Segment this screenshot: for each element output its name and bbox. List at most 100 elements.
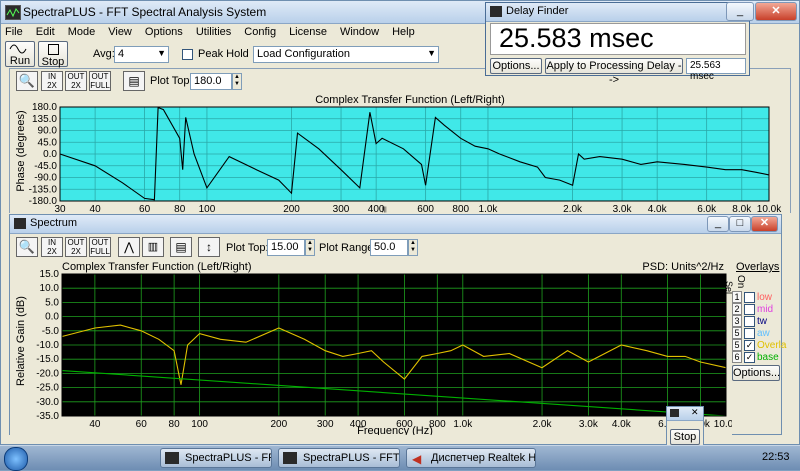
- x-tick-label: 3.0k: [613, 204, 633, 213]
- x-tick-label: 10.0k: [714, 419, 732, 430]
- menu-window[interactable]: Window: [340, 26, 379, 38]
- zoom-icon[interactable]: 🔍: [16, 237, 38, 257]
- x-tick-label: 100: [191, 419, 208, 430]
- stop-dialog-titlebar[interactable]: ✕: [667, 407, 703, 421]
- main-close-button[interactable]: ✕: [755, 2, 797, 21]
- overlay-checkbox[interactable]: [744, 303, 755, 315]
- config-select[interactable]: Load Configuration ▼: [253, 46, 439, 63]
- overlay-select-button[interactable]: 2: [732, 303, 742, 315]
- menu-edit[interactable]: Edit: [36, 26, 55, 38]
- peak-hold-label: Peak Hold: [198, 48, 249, 60]
- menu-license[interactable]: License: [289, 26, 327, 38]
- maximize-button[interactable]: □: [729, 216, 751, 232]
- delay-value-field[interactable]: 25.563 msec: [686, 58, 746, 82]
- overlay-row: 2 mid: [732, 303, 773, 315]
- app-title: SpectraPLUS - FFT Spectral Analysis Syst…: [23, 5, 267, 19]
- out-full-button[interactable]: OUT FULL: [89, 237, 111, 257]
- stop-button[interactable]: Stop: [38, 41, 68, 68]
- menu-file[interactable]: File: [5, 26, 23, 38]
- overlay-select-button[interactable]: 5: [732, 339, 742, 351]
- spin-icon[interactable]: ▲ ▼: [232, 73, 242, 90]
- main-minimize-button[interactable]: _: [726, 2, 754, 21]
- overlay-row: 1 low: [732, 291, 772, 303]
- sine-icon: [9, 44, 27, 54]
- close-icon[interactable]: ✕: [691, 407, 699, 418]
- x-tick-label: 200: [271, 419, 288, 430]
- x-tick-label: 800: [452, 204, 469, 213]
- taskbar-item[interactable]: SpectraPLUS - FFT S...: [278, 448, 400, 468]
- overlay-select-button[interactable]: 5: [732, 327, 742, 339]
- overlays-panel: Overlays Sel On 1 low 2 mid 3 tw 5 aw 5 ✓ Overla 6 ✓…: [724, 259, 786, 389]
- overlay-checkbox[interactable]: [744, 327, 755, 339]
- overlay-checkbox[interactable]: [744, 315, 755, 327]
- scale-icon[interactable]: ▤: [170, 237, 192, 257]
- x-tick-label: 30: [54, 204, 66, 213]
- menu-mode[interactable]: Mode: [68, 26, 96, 38]
- x-tick-label: 1.0k: [479, 204, 499, 213]
- menu-view[interactable]: View: [108, 26, 132, 38]
- overlay-name: tw: [757, 316, 767, 327]
- menu-options[interactable]: Options: [145, 26, 183, 38]
- overlays-label: Overlays: [736, 261, 780, 273]
- apply-delay-button[interactable]: Apply to Processing Delay -->: [545, 58, 683, 86]
- x-tick-label: 100: [199, 204, 216, 213]
- out-full-button[interactable]: OUT FULL: [89, 71, 111, 91]
- spectrum-x-label: Frequency (Hz): [357, 425, 433, 435]
- delay-finder-title: Delay Finder: [506, 5, 569, 17]
- menu-utilities[interactable]: Utilities: [196, 26, 231, 38]
- delay-finder-titlebar[interactable]: Delay Finder: [486, 3, 749, 22]
- clock: 22:53: [762, 451, 790, 463]
- menu-config[interactable]: Config: [244, 26, 276, 38]
- y-tick-label: -45.0: [34, 161, 57, 172]
- overlay-checkbox[interactable]: [744, 291, 755, 303]
- delay-finder-icon: [490, 6, 502, 17]
- delay-options-button[interactable]: Options...: [490, 58, 542, 74]
- overlay-select-button[interactable]: 1: [732, 291, 742, 303]
- overlay-select-button[interactable]: 6: [732, 351, 742, 363]
- spectrum-titlebar[interactable]: Spectrum _ □ ✕: [10, 215, 781, 234]
- bar-mode-icon[interactable]: ▥: [142, 237, 164, 257]
- x-tick-label: 4.0k: [612, 419, 632, 430]
- run-button[interactable]: Run: [5, 41, 35, 67]
- taskbar-item[interactable]: ◀ Диспетчер Realtek HD: [406, 448, 536, 468]
- overlay-options-button[interactable]: Options...: [732, 365, 780, 381]
- on-label: On: [735, 275, 746, 289]
- spectrum-icon: [14, 218, 26, 229]
- x-tick-label: 40: [90, 204, 102, 213]
- scroll-grip[interactable]: |||: [382, 207, 392, 213]
- peak-hold-checkbox[interactable]: [182, 49, 193, 60]
- x-tick-label: 2.0k: [533, 419, 553, 430]
- in-2x-button[interactable]: IN 2X: [41, 237, 63, 257]
- y-tick-label: 10.0: [40, 283, 60, 294]
- overlay-select-button[interactable]: 3: [732, 315, 742, 327]
- menu-bar: File Edit Mode View Options Utilities Config Li…: [5, 26, 428, 38]
- overlay-checkbox[interactable]: ✓: [744, 351, 755, 363]
- close-button[interactable]: ✕: [751, 216, 778, 232]
- x-tick-label: 200: [283, 204, 300, 213]
- spectrum-chart-title: Complex Transfer Function (Left/Right): [62, 261, 252, 273]
- taskbar-item[interactable]: SpectraPLUS - FFT S...: [160, 448, 272, 468]
- phase-panel: 🔍 IN 2X OUT 2X OUT FULL ▤ Plot Top: 180.0 ▲…: [9, 68, 791, 213]
- stop-dialog: ✕ Stop: [666, 406, 704, 446]
- plot-top-input[interactable]: 15.00: [267, 239, 305, 256]
- stop-dialog-button[interactable]: Stop: [670, 429, 700, 445]
- out-2x-button[interactable]: OUT 2X: [65, 71, 87, 91]
- y-tick-label: -35.0: [36, 411, 59, 422]
- spin-icon[interactable]: ▲ ▼: [305, 239, 315, 256]
- spectraplus-icon: [283, 452, 297, 464]
- plot-range-input[interactable]: 50.0: [370, 239, 408, 256]
- spectrum-title: Spectrum: [30, 217, 78, 229]
- menu-help[interactable]: Help: [392, 26, 415, 38]
- plot-top-input[interactable]: 180.0: [190, 73, 232, 90]
- zoom-icon[interactable]: 🔍: [16, 71, 38, 91]
- minimize-button[interactable]: _: [707, 216, 729, 232]
- spin-icon[interactable]: ▲ ▼: [408, 239, 418, 256]
- in-2x-button[interactable]: IN 2X: [41, 71, 63, 91]
- scale-icon[interactable]: ▤: [123, 71, 145, 91]
- out-2x-button[interactable]: OUT 2X: [65, 237, 87, 257]
- range-icon[interactable]: ↕: [198, 237, 220, 257]
- start-button[interactable]: [4, 447, 28, 471]
- line-mode-icon[interactable]: ⋀: [118, 237, 140, 257]
- overlay-checkbox[interactable]: ✓: [744, 339, 755, 351]
- avg-select[interactable]: 4 ▼: [114, 46, 169, 63]
